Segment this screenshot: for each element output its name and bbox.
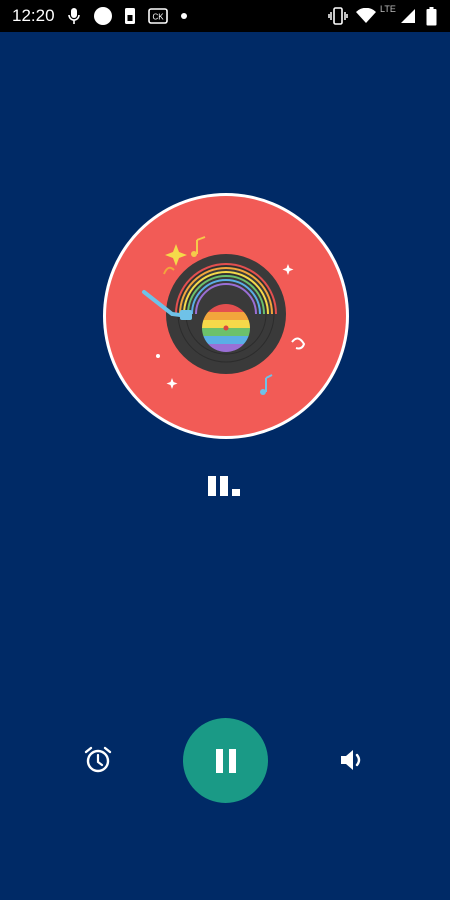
vibrate-icon	[327, 6, 349, 26]
album-artwork	[102, 192, 350, 440]
network-type-label: LTE	[380, 4, 396, 14]
equalizer-icon	[207, 474, 243, 498]
status-time: 12:20	[12, 6, 55, 25]
status-bar: 12:20 CK LTE	[0, 0, 450, 32]
dot-icon	[178, 6, 190, 26]
wifi-icon	[355, 6, 377, 26]
pause-icon	[215, 748, 236, 773]
svg-text:CK: CK	[152, 13, 164, 22]
alarm-button[interactable]	[80, 742, 116, 778]
alarm-icon	[84, 746, 112, 773]
media-icon: CK	[147, 6, 169, 26]
mic-icon	[64, 6, 84, 26]
battery-icon	[424, 6, 438, 26]
volume-button[interactable]	[334, 742, 370, 778]
play-pause-button[interactable]	[183, 718, 268, 803]
vinyl-record-illustration	[103, 193, 349, 439]
signal-icon	[399, 6, 417, 26]
circle-icon	[92, 6, 114, 26]
sim-icon	[122, 6, 138, 26]
volume-icon	[341, 750, 361, 770]
